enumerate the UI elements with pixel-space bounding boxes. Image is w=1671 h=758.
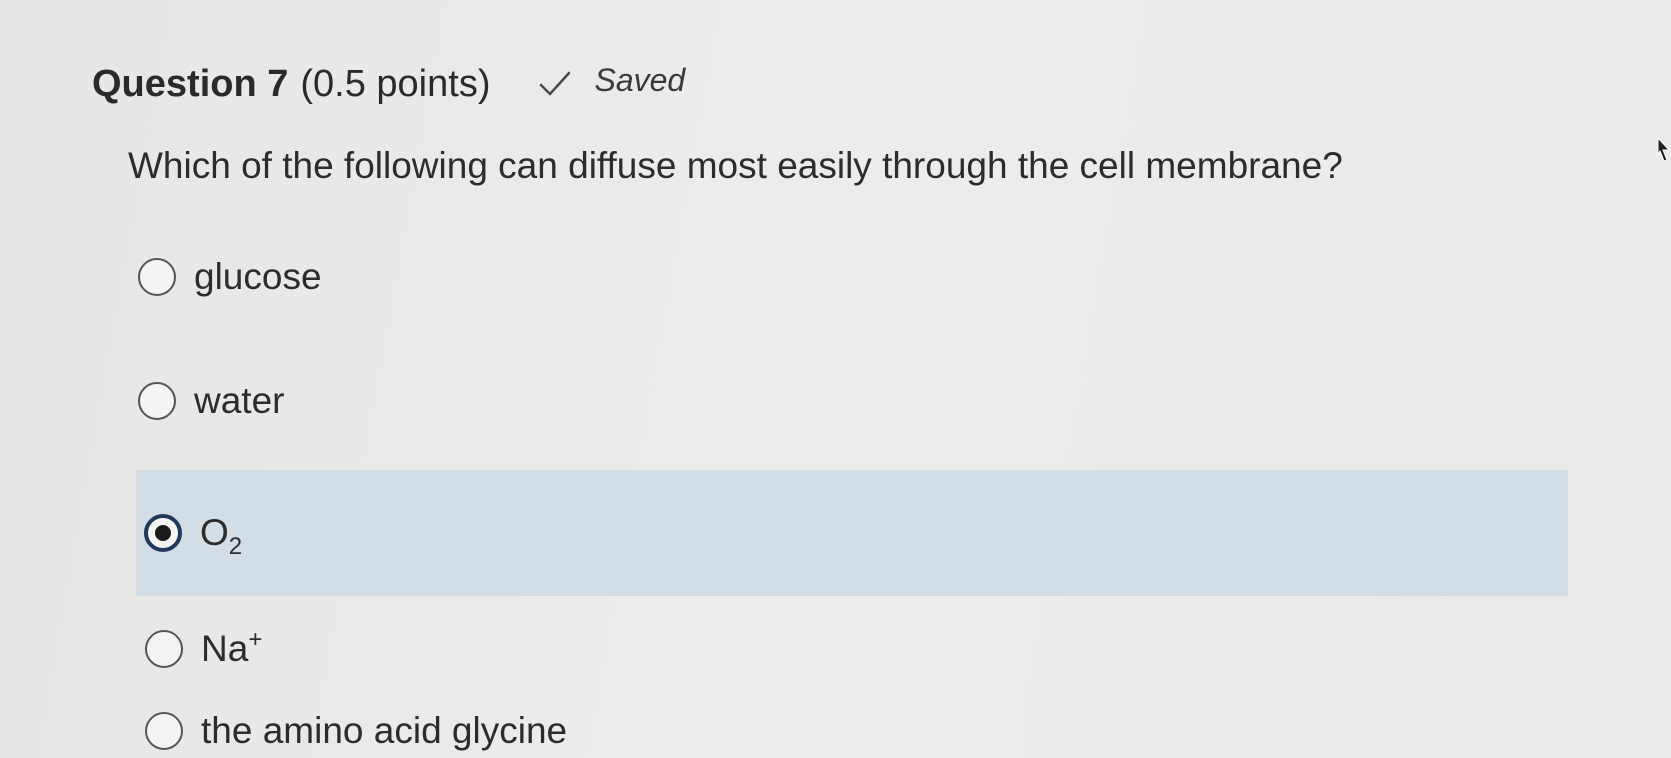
option-glucose[interactable]: glucose bbox=[138, 256, 322, 298]
option-glycine[interactable]: the amino acid glycine bbox=[145, 710, 567, 752]
option-water[interactable]: water bbox=[138, 380, 284, 422]
option-label-superscript: + bbox=[248, 626, 263, 653]
radio-button-selected[interactable] bbox=[144, 514, 182, 552]
option-label-base: O bbox=[200, 512, 229, 553]
radio-button[interactable] bbox=[138, 258, 176, 296]
option-label: O2 bbox=[200, 512, 242, 560]
radio-button[interactable] bbox=[145, 630, 183, 668]
option-label: Na+ bbox=[201, 626, 263, 670]
option-o2[interactable]: O2 bbox=[136, 470, 1568, 596]
page: Question 7 (0.5 points) Saved Which of t… bbox=[0, 0, 1671, 758]
radio-button[interactable] bbox=[145, 712, 183, 750]
option-label-base: Na bbox=[201, 628, 249, 669]
option-label: glucose bbox=[194, 256, 322, 297]
option-label: water bbox=[194, 380, 285, 421]
mouse-cursor-icon bbox=[1657, 136, 1671, 162]
option-label: the amino acid glycine bbox=[201, 710, 568, 751]
radio-button[interactable] bbox=[138, 382, 176, 420]
answer-options: glucose water O2 Na+ the amino acid glyc… bbox=[0, 0, 1671, 758]
option-label-subscript: 2 bbox=[228, 533, 243, 560]
option-na-plus[interactable]: Na+ bbox=[145, 626, 263, 670]
